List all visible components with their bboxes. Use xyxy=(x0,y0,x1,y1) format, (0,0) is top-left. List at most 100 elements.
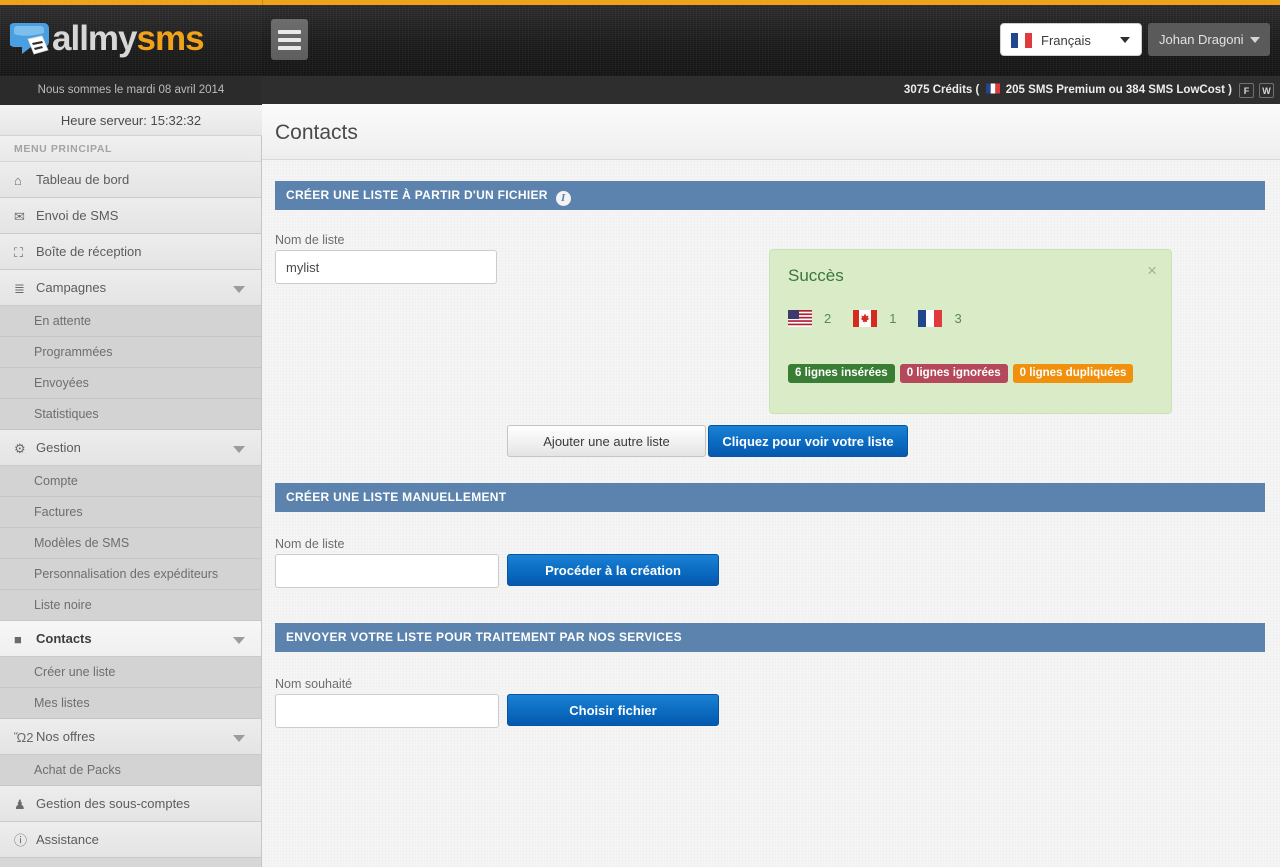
ca-count: 1 xyxy=(889,311,897,326)
chevron-down-icon xyxy=(1250,37,1260,43)
main-content: Créer une liste à partir d'un fichier i N… xyxy=(262,160,1280,867)
sidebar-subitem-liste-noire[interactable]: Liste noire xyxy=(0,590,261,621)
twitter-button[interactable]: W xyxy=(1259,83,1274,98)
sidebar-subitem-label: Factures xyxy=(34,505,83,519)
sidebar-item-label: Contacts xyxy=(36,631,92,646)
sidebar-subitem-label: En attente xyxy=(34,314,91,328)
us-count: 2 xyxy=(824,311,832,326)
sidebar-subitem-programmees[interactable]: Programmées xyxy=(0,337,261,368)
fr-flag-icon xyxy=(985,83,1000,94)
current-date-label: Nous sommes le mardi 08 avril 2014 xyxy=(0,76,262,105)
info-circle-icon: ⓘ xyxy=(14,833,28,848)
hamburger-bar xyxy=(278,38,301,42)
add-another-list-button[interactable]: Ajouter une autre liste xyxy=(507,425,706,457)
sidebar-subitem-en-attente[interactable]: En attente xyxy=(0,306,261,337)
sidebar-item-boite-de-reception[interactable]: ⛶ Boîte de réception xyxy=(0,234,261,270)
file-list-name-input[interactable] xyxy=(275,250,497,284)
panel-header-create-manually: Créer une liste manuellement xyxy=(275,483,1265,512)
panel-header-create-from-file: Créer une liste à partir d'un fichier i xyxy=(275,181,1265,210)
view-list-button[interactable]: Cliquez pour voir votre liste xyxy=(708,425,908,457)
brand-text-sms: sms xyxy=(136,19,205,58)
inbox-icon: ⛶ xyxy=(14,245,24,260)
success-alert: Succès × 2 1 3 6 lignes insérées 0 ligne… xyxy=(769,249,1172,414)
chevron-down-icon xyxy=(1120,37,1130,43)
sidebar-item-label: Nos offres xyxy=(36,729,96,744)
sidebar-item-nos-offres[interactable]: Ὥ2 Nos offres xyxy=(0,719,261,755)
chevron-down-icon[interactable] xyxy=(233,735,245,742)
success-alert-title: Succès xyxy=(788,266,844,285)
hamburger-menu-icon[interactable] xyxy=(271,19,308,60)
sidebar-subitem-label: Compte xyxy=(34,474,78,488)
panel-header-create-from-file-label: Créer une liste à partir d'un fichier xyxy=(286,188,548,202)
sidebar-item-gestion-des-sous-comptes[interactable]: ♟ Gestion des sous-comptes xyxy=(0,786,261,822)
sidebar-item-label: Tableau de bord xyxy=(36,172,130,187)
sidebar-item-label: Envoi de SMS xyxy=(36,208,119,223)
badge-ignored: 0 lignes ignorées xyxy=(899,364,1008,383)
sidebar-subitem-label: Personnalisation des expéditeurs xyxy=(34,567,219,581)
user-menu-label: Johan Dragoni xyxy=(1159,32,1244,47)
chevron-down-icon[interactable] xyxy=(233,637,245,644)
sidebar-subitem-modeles-de-sms[interactable]: Modèles de SMS xyxy=(0,528,261,559)
panel-header-send-for-service-label: Envoyer votre liste pour traitement par … xyxy=(286,630,682,644)
sidebar-subitem-label: Achat de Packs xyxy=(34,763,121,777)
sidebar-subitem-mes-listes[interactable]: Mes listes xyxy=(0,688,261,719)
sidebar-subitem-label: Statistiques xyxy=(34,407,99,421)
sidebar-subitem-achat-de-packs[interactable]: Achat de Packs xyxy=(0,755,261,786)
sidebar-subitem-compte[interactable]: Compte xyxy=(0,466,261,497)
fr-flag-icon xyxy=(1011,33,1032,48)
choose-file-button[interactable]: Choisir fichier xyxy=(507,694,719,726)
sidebar-subitem-label: Liste noire xyxy=(34,598,92,612)
manual-list-name-label: Nom de liste xyxy=(275,537,345,551)
sidebar-menu-title: MENU PRINCIPAL xyxy=(0,136,261,162)
ca-flag-icon xyxy=(853,310,878,327)
sidebar-item-tableau-de-bord[interactable]: ⌂ Tableau de bord xyxy=(0,162,261,198)
list-icon: ≣ xyxy=(14,281,25,296)
facebook-button[interactable]: F xyxy=(1239,83,1254,98)
language-selector-label: Français xyxy=(1041,33,1091,48)
credits-detail: 205 SMS Premium ou 384 SMS LowCost ) xyxy=(1005,84,1232,96)
sidebar-item-label: Gestion xyxy=(36,440,81,455)
cart-icon: Ὥ2 xyxy=(14,730,34,745)
credits-bar: 3075 Crédits ( 205 SMS Premium ou 384 SM… xyxy=(262,76,1280,104)
fr-flag-icon xyxy=(918,310,943,327)
service-list-name-input[interactable] xyxy=(275,694,499,728)
proceed-creation-button[interactable]: Procéder à la création xyxy=(507,554,719,586)
brand-area[interactable]: allmysms xyxy=(0,5,262,76)
sidebar-item-gestion[interactable]: ⚙ Gestion xyxy=(0,430,261,466)
sidebar-item-envoi-de-sms[interactable]: ✉ Envoi de SMS xyxy=(0,198,261,234)
badge-inserted: 6 lignes insérées xyxy=(788,364,895,383)
sidebar-item-label: Campagnes xyxy=(36,280,107,295)
sidebar-item-label: Assistance xyxy=(36,832,99,847)
sidebar-navigation: MENU PRINCIPAL ⌂ Tableau de bord ✉ Envoi de… xyxy=(0,136,262,867)
file-list-name-label: Nom de liste xyxy=(275,233,345,247)
page-title: Contacts xyxy=(275,121,358,144)
service-list-name-label: Nom souhaité xyxy=(275,677,353,691)
chevron-down-icon[interactable] xyxy=(233,446,245,453)
info-icon[interactable]: i xyxy=(555,191,571,206)
sidebar-item-label: Boîte de réception xyxy=(36,244,142,259)
brand-text-my: my xyxy=(87,19,138,58)
user-icon: ♟ xyxy=(14,797,26,812)
sidebar-subitem-factures[interactable]: Factures xyxy=(0,497,261,528)
sidebar-item-assistance[interactable]: ⓘ Assistance xyxy=(0,822,261,858)
sidebar-subitem-label: Modèles de SMS xyxy=(34,536,130,550)
book-icon: ■ xyxy=(14,632,22,647)
speech-bubble-logo-icon xyxy=(10,23,49,55)
sidebar-item-campagnes[interactable]: ≣ Campagnes xyxy=(0,270,261,306)
language-selector[interactable]: Français xyxy=(1000,23,1142,56)
envelope-icon: ✉ xyxy=(14,209,25,224)
sidebar-item-contacts[interactable]: ■ Contacts xyxy=(0,621,261,657)
credits-prefix: 3075 Crédits ( xyxy=(903,84,980,96)
close-icon[interactable]: × xyxy=(1147,262,1157,279)
sidebar-subitem-label: Envoyées xyxy=(34,376,89,390)
sidebar-subitem-creer-une-liste[interactable]: Créer une liste xyxy=(0,657,261,688)
page-title-bar: Contacts xyxy=(262,104,1280,160)
user-menu-button[interactable]: Johan Dragoni xyxy=(1148,23,1270,56)
sidebar-subitem-statistiques[interactable]: Statistiques xyxy=(0,399,261,430)
sidebar-subitem-personnalisation-des-expediteurs[interactable]: Personnalisation des expéditeurs xyxy=(0,559,261,590)
panel-header-create-manually-label: Créer une liste manuellement xyxy=(286,490,507,504)
chevron-down-icon[interactable] xyxy=(233,286,245,293)
sidebar-subitem-envoyees[interactable]: Envoyées xyxy=(0,368,261,399)
manual-list-name-input[interactable] xyxy=(275,554,499,588)
hamburger-bar xyxy=(278,30,301,34)
